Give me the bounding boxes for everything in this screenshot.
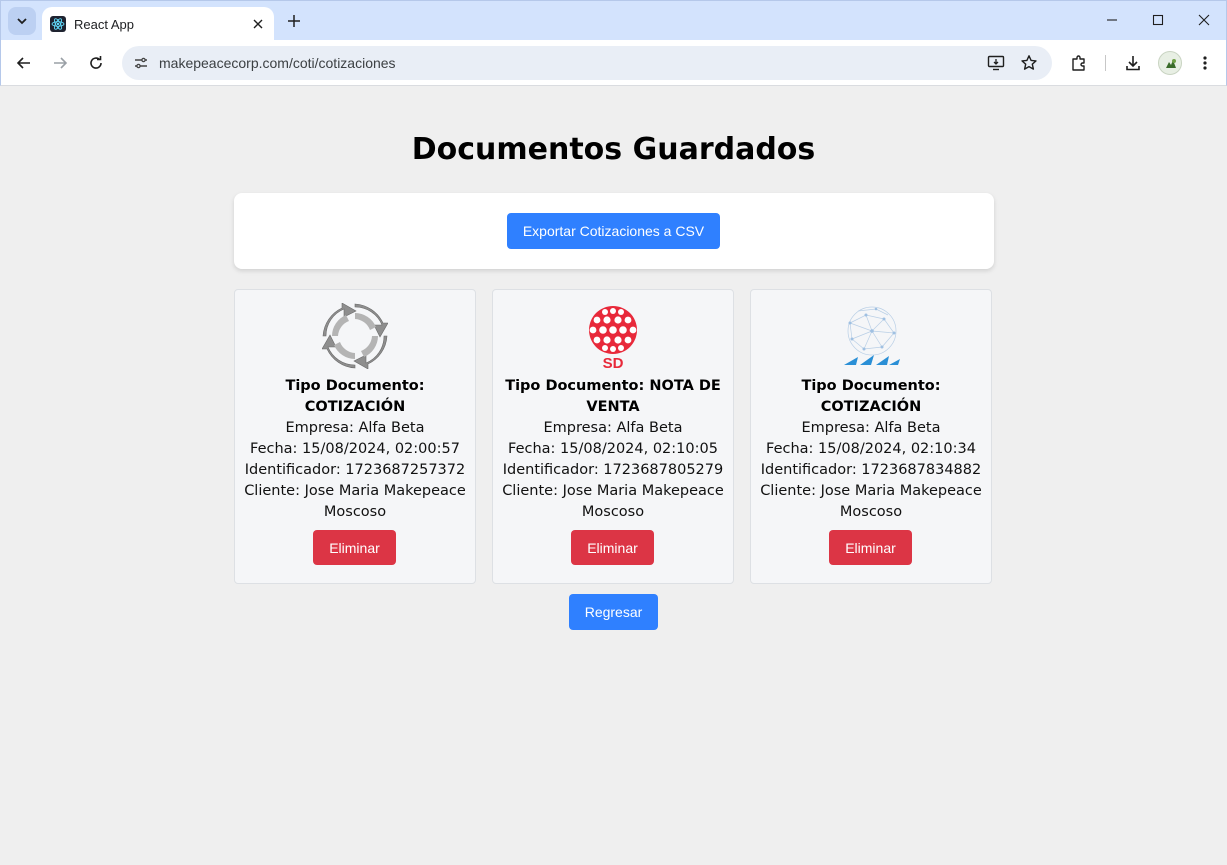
browser-tab-strip: React App (0, 0, 1227, 41)
reload-button[interactable] (82, 49, 110, 77)
date-text: Fecha: 15/08/2024, 02:10:34 (766, 441, 976, 457)
browser-tab[interactable]: React App (42, 7, 274, 41)
document-type: Tipo Documento: COTIZACIÓN (801, 378, 941, 415)
window-close-button[interactable] (1181, 1, 1227, 39)
identifier-text: Identificador: 1723687834882 (760, 462, 982, 478)
page-title: Documentos Guardados (411, 132, 816, 167)
document-card: Tipo Documento: COTIZACIÓN Empresa: Alfa… (234, 289, 476, 584)
page-content: Documentos Guardados Exportar Cotizacion… (1, 87, 1226, 864)
identifier-text: Identificador: 1723687257372 (244, 462, 466, 478)
tab-title: React App (74, 16, 134, 32)
delete-button[interactable]: Eliminar (571, 530, 654, 565)
browser-toolbar: makepeacecorp.com/coti/cotizaciones (0, 40, 1227, 86)
close-icon (1198, 14, 1210, 26)
plus-icon (288, 15, 300, 27)
profile-avatar[interactable] (1158, 51, 1182, 75)
delete-button[interactable]: Eliminar (313, 530, 396, 565)
chevron-down-icon (17, 18, 27, 25)
export-csv-button[interactable]: Exportar Cotizaciones a CSV (507, 213, 720, 249)
document-type: Tipo Documento: COTIZACIÓN (285, 378, 425, 415)
client-text: Cliente: Jose Maria Makepeace Moscoso (760, 483, 982, 520)
arrow-left-icon (16, 57, 30, 69)
document-details: Empresa: Alfa Beta Fecha: 15/08/2024, 02… (753, 418, 989, 523)
install-app-icon[interactable] (984, 51, 1008, 75)
date-text: Fecha: 15/08/2024, 02:00:57 (250, 441, 460, 457)
document-details: Empresa: Alfa Beta Fecha: 15/08/2024, 02… (495, 418, 731, 523)
download-icon[interactable] (1119, 49, 1147, 77)
maximize-button[interactable] (1135, 1, 1181, 39)
star-icon[interactable] (1017, 51, 1041, 75)
reload-icon (90, 56, 102, 69)
document-card: Tipo Documento: COTIZACIÓN Empresa: Alfa… (750, 289, 992, 584)
red-dotted-sphere-sd-logo: SD (568, 300, 658, 372)
forward-button[interactable] (46, 49, 74, 77)
client-text: Cliente: Jose Maria Makepeace Moscoso (244, 483, 466, 520)
maximize-icon (1152, 14, 1164, 26)
back-button[interactable] (10, 49, 38, 77)
company-text: Empresa: Alfa Beta (801, 420, 941, 436)
delete-button[interactable]: Eliminar (829, 530, 912, 565)
document-card: SD Tipo Documento: NOTA DE VENTA Empresa… (492, 289, 734, 584)
address-bar[interactable]: makepeacecorp.com/coti/cotizaciones (122, 46, 1052, 80)
more-menu-icon[interactable] (1191, 49, 1219, 77)
identifier-text: Identificador: 1723687805279 (502, 462, 724, 478)
logo-text: SD (603, 355, 624, 370)
date-text: Fecha: 15/08/2024, 02:10:05 (508, 441, 718, 457)
tab-search-button[interactable] (8, 7, 36, 35)
gray-circular-arrows-logo (310, 300, 400, 372)
company-text: Empresa: Alfa Beta (543, 420, 683, 436)
close-icon[interactable] (248, 14, 268, 34)
new-tab-button[interactable] (282, 9, 306, 33)
minimize-button[interactable] (1089, 1, 1135, 39)
arrow-right-icon (54, 57, 68, 69)
document-details: Empresa: Alfa Beta Fecha: 15/08/2024, 02… (237, 418, 473, 523)
client-text: Cliente: Jose Maria Makepeace Moscoso (502, 483, 724, 520)
back-button[interactable]: Regresar (569, 594, 658, 630)
export-panel: Exportar Cotizaciones a CSV (234, 193, 994, 269)
toolbar-divider (1105, 55, 1106, 71)
extensions-icon[interactable] (1065, 49, 1093, 77)
blue-network-globe-logo (826, 300, 916, 372)
site-info-icon[interactable] (129, 51, 153, 75)
minimize-icon (1107, 19, 1117, 21)
url-text[interactable]: makepeacecorp.com/coti/cotizaciones (159, 55, 396, 71)
company-text: Empresa: Alfa Beta (285, 420, 425, 436)
document-type: Tipo Documento: NOTA DE VENTA (505, 378, 721, 415)
react-icon (50, 16, 66, 32)
